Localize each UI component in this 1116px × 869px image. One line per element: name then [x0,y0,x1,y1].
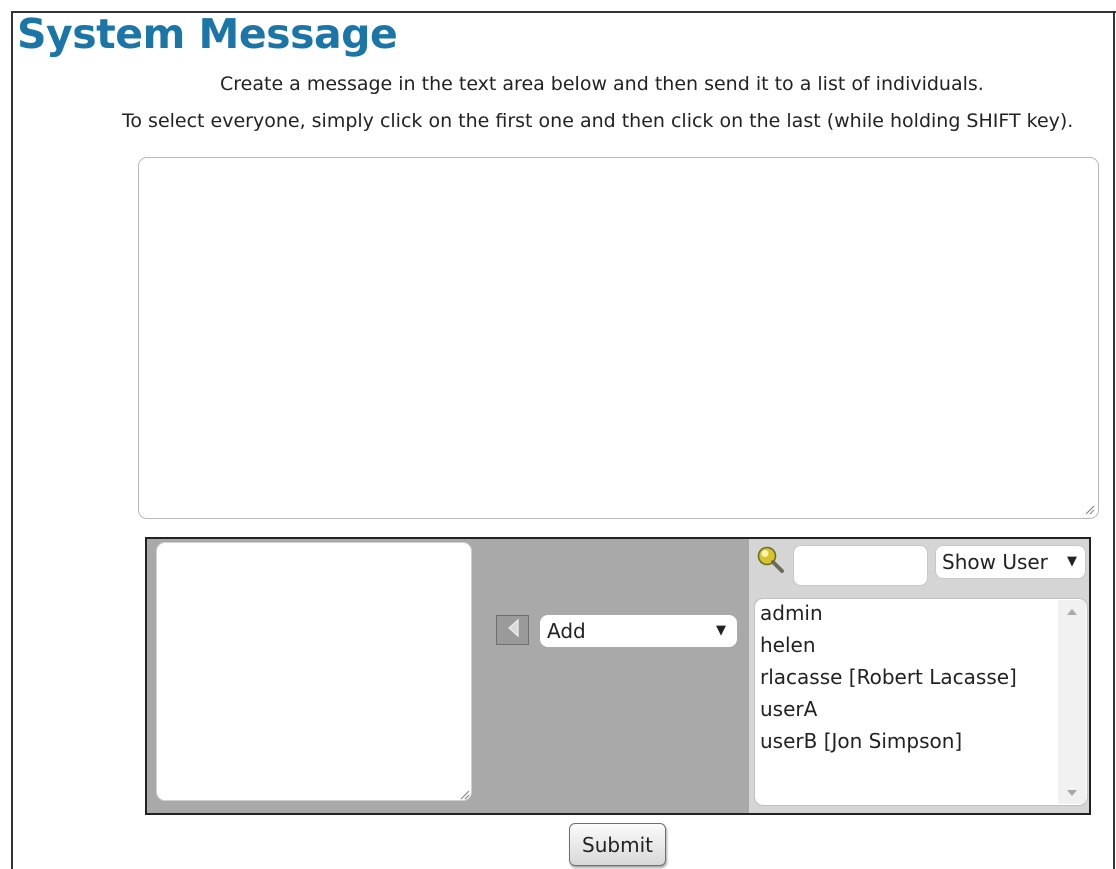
message-textarea[interactable] [138,157,1099,519]
user-list-item[interactable]: admin [760,601,823,625]
user-list[interactable]: admin helen rlacasse [Robert Lacasse] us… [754,598,1088,806]
caret-down-icon: ▼ [1067,554,1077,569]
user-list-item[interactable]: userB [Jon Simpson] [760,729,962,753]
magnifier-icon[interactable] [756,545,785,574]
caret-down-icon: ▼ [716,623,726,638]
instruction-text-2: To select everyone, simply click on the … [122,110,1074,132]
user-list-item[interactable]: helen [760,633,816,657]
action-select-value: Add [547,619,586,643]
left-arrow-icon [506,618,520,642]
page-title: System Message [17,10,398,58]
action-select[interactable]: Add ▼ [540,615,737,647]
user-list-item[interactable]: rlacasse [Robert Lacasse] [760,665,1017,689]
scroll-up-arrow-icon[interactable] [1058,600,1086,622]
instruction-text-1: Create a message in the text area below … [220,73,984,95]
user-search-input[interactable] [793,545,928,586]
show-user-select-value: Show User [942,550,1048,574]
recipient-panel: Add ▼ Show User ▼ admin helen rlacasse [… [145,537,1091,815]
user-list-scrollbar[interactable] [1058,600,1086,804]
user-list-item[interactable]: userA [760,697,817,721]
selected-recipients-list[interactable] [156,542,472,801]
move-left-button[interactable] [496,615,529,645]
scroll-down-arrow-icon[interactable] [1058,782,1086,804]
page-frame-right-border [1113,11,1115,869]
user-picker: Show User ▼ admin helen rlacasse [Robert… [749,539,1089,813]
show-user-select[interactable]: Show User ▼ [935,545,1086,579]
submit-button[interactable]: Submit [569,823,666,866]
